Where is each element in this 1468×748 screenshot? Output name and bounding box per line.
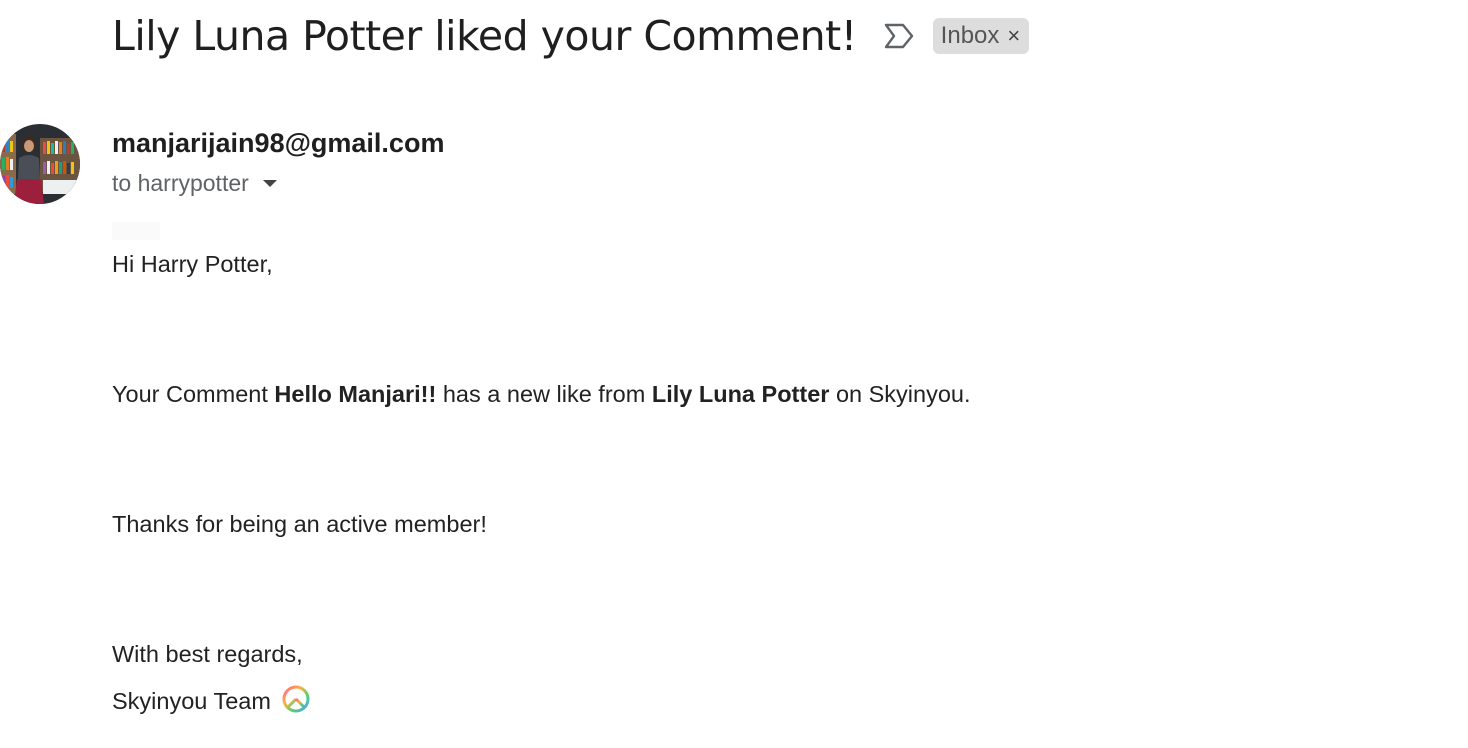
line-mid: has a new like from	[436, 381, 652, 407]
sender-email: manjarijain98@gmail.com	[112, 128, 445, 158]
recipient-text: to harrypotter	[112, 170, 249, 196]
liker-name: Lily Luna Potter	[651, 381, 830, 407]
line-suffix: on Skyinyou.	[829, 381, 971, 407]
line-prefix: Your Comment	[112, 381, 275, 407]
inbox-label-chip: Inbox ×	[932, 18, 1030, 54]
subject-row: Lily Luna Potter liked your Comment! Inb…	[112, 12, 1030, 60]
like-notice-line: Your Comment Hello Manjari!! has a new l…	[112, 381, 971, 408]
closing-line: With best regards,	[112, 641, 303, 667]
thanks-line: Thanks for being an active member!	[112, 511, 487, 537]
label-importance-icon[interactable]	[883, 22, 915, 50]
email-subject: Lily Luna Potter liked your Comment!	[112, 12, 857, 60]
sender-avatar[interactable]	[0, 124, 80, 204]
comment-text: Hello Manjari!!	[274, 381, 437, 407]
peace-symbol-icon	[281, 684, 311, 714]
inbox-label-text: Inbox	[940, 22, 1000, 49]
greeting-line: Hi Harry Potter,	[112, 251, 273, 277]
recipient-details-toggle[interactable]: to harrypotter	[112, 170, 277, 197]
signature-text: Skyinyou Team	[112, 688, 271, 715]
hidden-preheader	[112, 222, 160, 240]
chevron-down-icon[interactable]	[262, 180, 277, 187]
signature-line: Skyinyou Team	[112, 685, 311, 718]
remove-label-close-icon[interactable]: ×	[1007, 25, 1020, 47]
